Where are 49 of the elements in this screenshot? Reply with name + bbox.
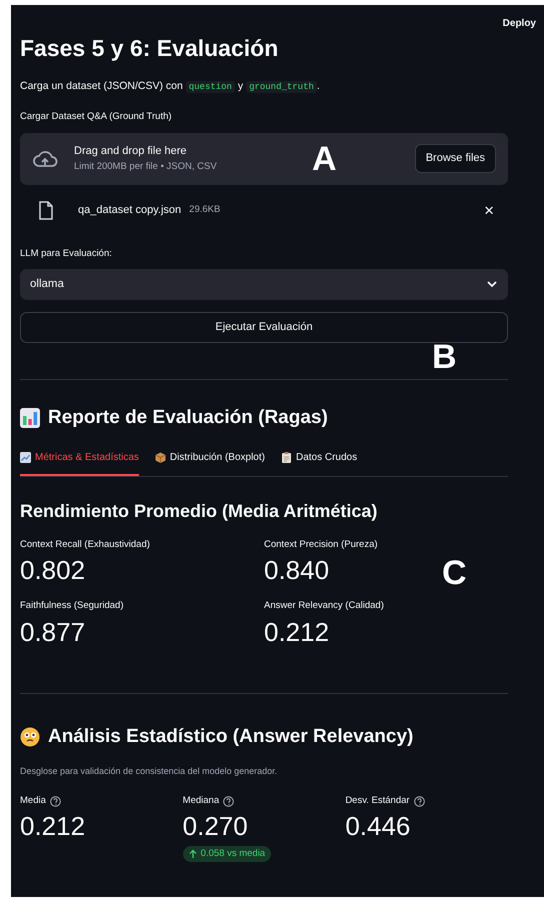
- metric-label: Media: [20, 794, 46, 808]
- metric-value: 0.212: [20, 812, 86, 842]
- worried-emoji-icon: [20, 727, 40, 748]
- section-heading: Reporte de Evaluación (Ragas): [48, 406, 328, 430]
- intro-text: Carga un dataset (JSON/CSV) con question y ground_truth .: [20, 78, 321, 94]
- browse-files-button[interactable]: Browse files: [414, 144, 496, 173]
- chevron-down-icon: [486, 279, 498, 290]
- tab[interactable]: Métricas & Estadísticas: [20, 450, 139, 476]
- upload-cloud-icon: [32, 148, 58, 169]
- box-icon: [154, 452, 166, 463]
- file-icon: [38, 200, 54, 220]
- dropzone-hint: Limit 200MB per file • JSON, CSV: [74, 160, 217, 174]
- metric-value: 0.212: [264, 618, 330, 648]
- file-name: qa_dataset copy.json: [78, 202, 182, 218]
- metric-label: Desv. Estándar: [345, 794, 410, 808]
- arrow-up-icon: [188, 849, 197, 860]
- metric-value: 0.877: [20, 618, 86, 648]
- help-icon: [50, 796, 61, 807]
- metric-value: 0.270: [182, 812, 249, 842]
- page-title: Fases 5 y 6: Evaluación: [20, 35, 280, 63]
- file-size: 29.6KB: [189, 202, 222, 217]
- annotation-letter: A: [312, 142, 337, 176]
- field-label: Cargar Dataset Q&A (Ground Truth): [20, 110, 173, 124]
- remove-file-button[interactable]: ×: [480, 202, 498, 219]
- metric-value: 0.840: [264, 556, 330, 586]
- help-icon: [414, 796, 425, 807]
- clipboard-icon: [280, 452, 292, 463]
- deploy-button[interactable]: Deploy: [502, 16, 536, 31]
- metric-value: 0.802: [20, 556, 86, 586]
- bar-chart-icon: [20, 408, 40, 428]
- delta-badge: 0.058 vs media: [182, 846, 272, 862]
- annotation-letter: C: [442, 556, 468, 590]
- metric-label: Mediana: [182, 794, 220, 808]
- section-heading: Análisis Estadístico (Answer Relevancy): [48, 726, 414, 749]
- metric-label: Answer Relevancy (Calidad): [264, 599, 385, 614]
- llm-select[interactable]: ollama: [20, 268, 508, 300]
- field-label: LLM para Evaluación:: [20, 246, 113, 261]
- metric-value: 0.446: [345, 812, 412, 842]
- run-evaluation-button[interactable]: Ejecutar Evaluación: [20, 312, 508, 343]
- tab[interactable]: Distribución (Boxplot): [154, 450, 265, 476]
- section-title: Rendimiento Promedio (Media Aritmética): [20, 500, 378, 522]
- dropzone-title: Drag and drop file here: [74, 144, 187, 160]
- metric-label: Context Recall (Exhaustividad): [20, 538, 151, 552]
- tab[interactable]: Datos Crudos: [280, 450, 358, 476]
- line-chart-icon: [20, 452, 31, 463]
- metric-label: Context Precision (Pureza): [264, 538, 379, 552]
- help-icon: [223, 796, 234, 807]
- section-caption: Desglose para validación de consistencia del modelo generador.: [20, 764, 278, 778]
- metric-label: Faithfulness (Seguridad): [20, 599, 124, 614]
